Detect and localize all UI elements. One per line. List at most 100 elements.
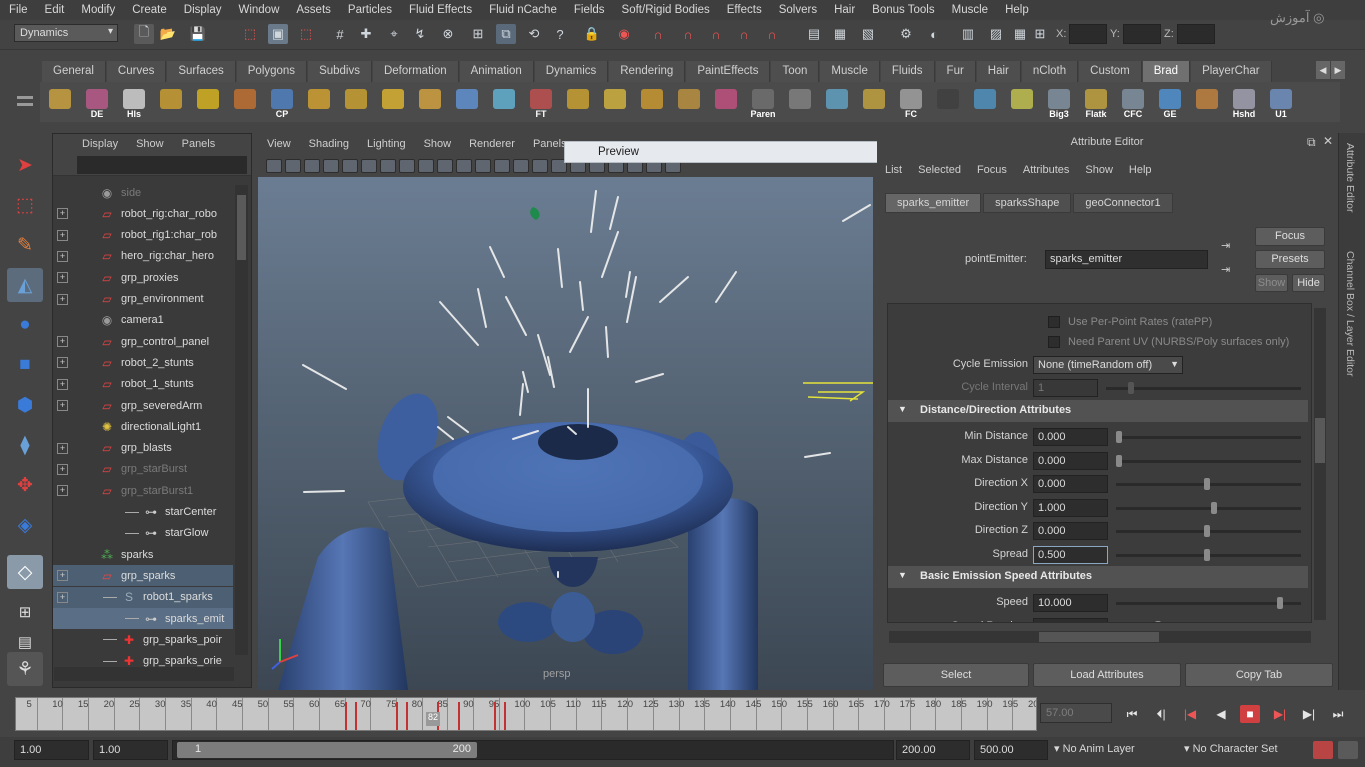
attribute-value-field[interactable]: 0.000 <box>1033 475 1108 493</box>
menu-muscle[interactable]: Muscle <box>943 4 996 16</box>
cfc-icon[interactable]: CFC <box>1117 85 1149 119</box>
flatten-icon[interactable]: Flatk <box>1080 85 1112 119</box>
shelf-tab-ncloth[interactable]: nCloth <box>1021 61 1079 82</box>
menu-file[interactable]: File <box>0 4 36 16</box>
viewport-toolbar-icon[interactable] <box>513 159 529 173</box>
viewport-toolbar-icon[interactable] <box>494 159 510 173</box>
section-emission-speed[interactable]: Basic Emission Speed Attributes <box>888 566 1308 588</box>
poly-edit-icon[interactable] <box>858 85 890 119</box>
grid-poly-icon[interactable] <box>414 85 446 119</box>
cone-icon[interactable] <box>710 85 742 119</box>
outliner-item[interactable]: ⁂ sparks <box>53 544 233 565</box>
render-current-icon[interactable]: ◉ <box>614 24 634 44</box>
outliner-scrollbar[interactable] <box>235 185 248 655</box>
viewport-menu-renderer[interactable]: Renderer <box>460 138 524 150</box>
shelf-tab-hair[interactable]: Hair <box>976 61 1021 82</box>
slider-knob[interactable] <box>1128 382 1134 394</box>
poly-edit-icon[interactable] <box>192 85 224 119</box>
expand-icon[interactable]: + <box>57 208 68 220</box>
checkbox[interactable] <box>1048 336 1060 348</box>
magnet-icon[interactable]: ∩ <box>734 24 754 44</box>
attribute-slider[interactable] <box>1116 454 1301 467</box>
shelf-tab-toon[interactable]: Toon <box>771 61 820 82</box>
attribute-scroll-thumb[interactable] <box>1315 418 1325 463</box>
attribute-value-field[interactable]: 0.500 <box>1033 545 1108 564</box>
viewport-toolbar-icon[interactable] <box>342 159 358 173</box>
transform-mode-icon[interactable]: ⊞ <box>1030 24 1050 44</box>
section-distance-direction[interactable]: Distance/Direction Attributes <box>888 400 1308 422</box>
viewport-3d-scene[interactable]: persp <box>258 177 873 690</box>
keyframe-marker[interactable] <box>503 702 506 730</box>
focus-arrow-icon[interactable]: ⇥ <box>1221 239 1230 252</box>
outliner-item[interactable]: + ▱ grp_severedArm <box>53 395 233 416</box>
side-tab-attribute-editor[interactable]: Attribute Editor <box>1344 143 1356 212</box>
slider-knob[interactable] <box>1277 597 1283 609</box>
outliner-layout-icon[interactable]: ⚘ <box>7 652 43 686</box>
keyframe-marker[interactable] <box>354 702 357 730</box>
outliner-item[interactable]: + ▱ grp_control_panel <box>53 331 233 352</box>
viewport-menu-show[interactable]: Show <box>415 138 461 150</box>
time-slider[interactable]: 5101520253035404550556065707580859095100… <box>15 697 1037 731</box>
cycle-interval-field[interactable]: 1 <box>1033 379 1098 397</box>
shelf-tab-subdivs[interactable]: Subdivs <box>308 61 372 82</box>
magnet-icon[interactable]: ∩ <box>648 24 668 44</box>
magnet-icon[interactable]: ∩ <box>706 24 726 44</box>
preferences-icon[interactable] <box>1338 741 1358 759</box>
uv-icon[interactable]: U1 <box>1265 85 1297 119</box>
shelf-tab-animation[interactable]: Animation <box>459 61 534 82</box>
expand-icon[interactable]: + <box>57 400 68 411</box>
playback-start-field[interactable]: 1.00 <box>93 740 168 760</box>
range-slider[interactable]: 1 200 <box>172 740 894 760</box>
attr-menu-selected[interactable]: Selected <box>910 164 969 176</box>
playback-end-field[interactable]: 200.00 <box>896 740 970 760</box>
open-scene-icon[interactable]: 📂 <box>158 24 178 44</box>
render-icon[interactable]: ▦ <box>830 24 850 44</box>
viewport-toolbar-icon[interactable] <box>437 159 453 173</box>
sphere-colors-icon[interactable]: DE <box>81 85 113 119</box>
outliner-item[interactable]: ◉ side <box>53 182 233 203</box>
menu-solvers[interactable]: Solvers <box>770 4 825 16</box>
output-ops-icon[interactable]: ⟲ <box>524 24 544 44</box>
viewport-toolbar-icon[interactable] <box>361 159 377 173</box>
grid-poly-icon[interactable] <box>303 85 335 119</box>
outliner-item[interactable]: + ▱ grp_starBurst1 <box>53 480 233 501</box>
lasso-tool-icon[interactable]: ⬚ <box>7 188 43 222</box>
paint-select-tool-icon[interactable]: ✎ <box>7 228 43 262</box>
shelf-tab-polygons[interactable]: Polygons <box>236 61 308 82</box>
shelf-scroll-right-icon[interactable]: ▶ <box>1331 61 1345 79</box>
hypershade-icon[interactable]: ◐ <box>924 24 944 44</box>
cycle-interval-slider[interactable] <box>1106 382 1301 394</box>
select-tool-icon[interactable]: ➤ <box>7 148 43 182</box>
outliner-item[interactable]: ⊶ starGlow <box>53 523 233 544</box>
poly-edit-icon[interactable] <box>155 85 187 119</box>
attribute-value-field[interactable]: 10.000 <box>1033 594 1108 612</box>
x-field[interactable] <box>1069 24 1108 44</box>
film-camera-icon[interactable]: FC <box>895 85 927 119</box>
outliner-item[interactable]: + ▱ robot_1_stunts <box>53 374 233 395</box>
expand-icon[interactable]: + <box>57 336 68 348</box>
deform-icon[interactable] <box>1006 85 1038 119</box>
attr-menu-focus[interactable]: Focus <box>969 164 1015 176</box>
checker-sphere-icon[interactable] <box>932 85 964 119</box>
grid-poly-icon[interactable] <box>340 85 372 119</box>
outliner-menu-show[interactable]: Show <box>127 138 173 150</box>
viewport-menu-lighting[interactable]: Lighting <box>358 138 415 150</box>
outliner-item[interactable]: + ▱ grp_sparks <box>53 565 233 587</box>
attr-menu-attributes[interactable]: Attributes <box>1015 164 1077 176</box>
viewport-menu-view[interactable]: View <box>258 138 300 150</box>
show-button[interactable]: Show <box>1255 274 1288 292</box>
auto-key-icon[interactable] <box>1313 741 1333 759</box>
shelf-menu-icon[interactable] <box>14 86 36 116</box>
shelf-tab-painteffects[interactable]: PaintEffects <box>686 61 771 82</box>
menu-assets[interactable]: Assets <box>287 4 339 16</box>
soft-mod-tool-icon[interactable]: ⧫ <box>7 428 43 462</box>
scale-tool-icon[interactable]: ■ <box>7 348 43 382</box>
shelf-tab-custom[interactable]: Custom <box>1079 61 1142 82</box>
snap-point-icon[interactable]: ⌖ <box>384 24 404 44</box>
outliner-item[interactable]: ◉ camera1 <box>53 310 233 331</box>
viewport-toolbar-icon[interactable] <box>323 159 339 173</box>
keyframe-marker[interactable] <box>493 702 496 730</box>
slider-knob[interactable] <box>1116 431 1122 443</box>
slider-knob[interactable] <box>1203 525 1210 537</box>
slider-knob[interactable] <box>1154 620 1161 622</box>
